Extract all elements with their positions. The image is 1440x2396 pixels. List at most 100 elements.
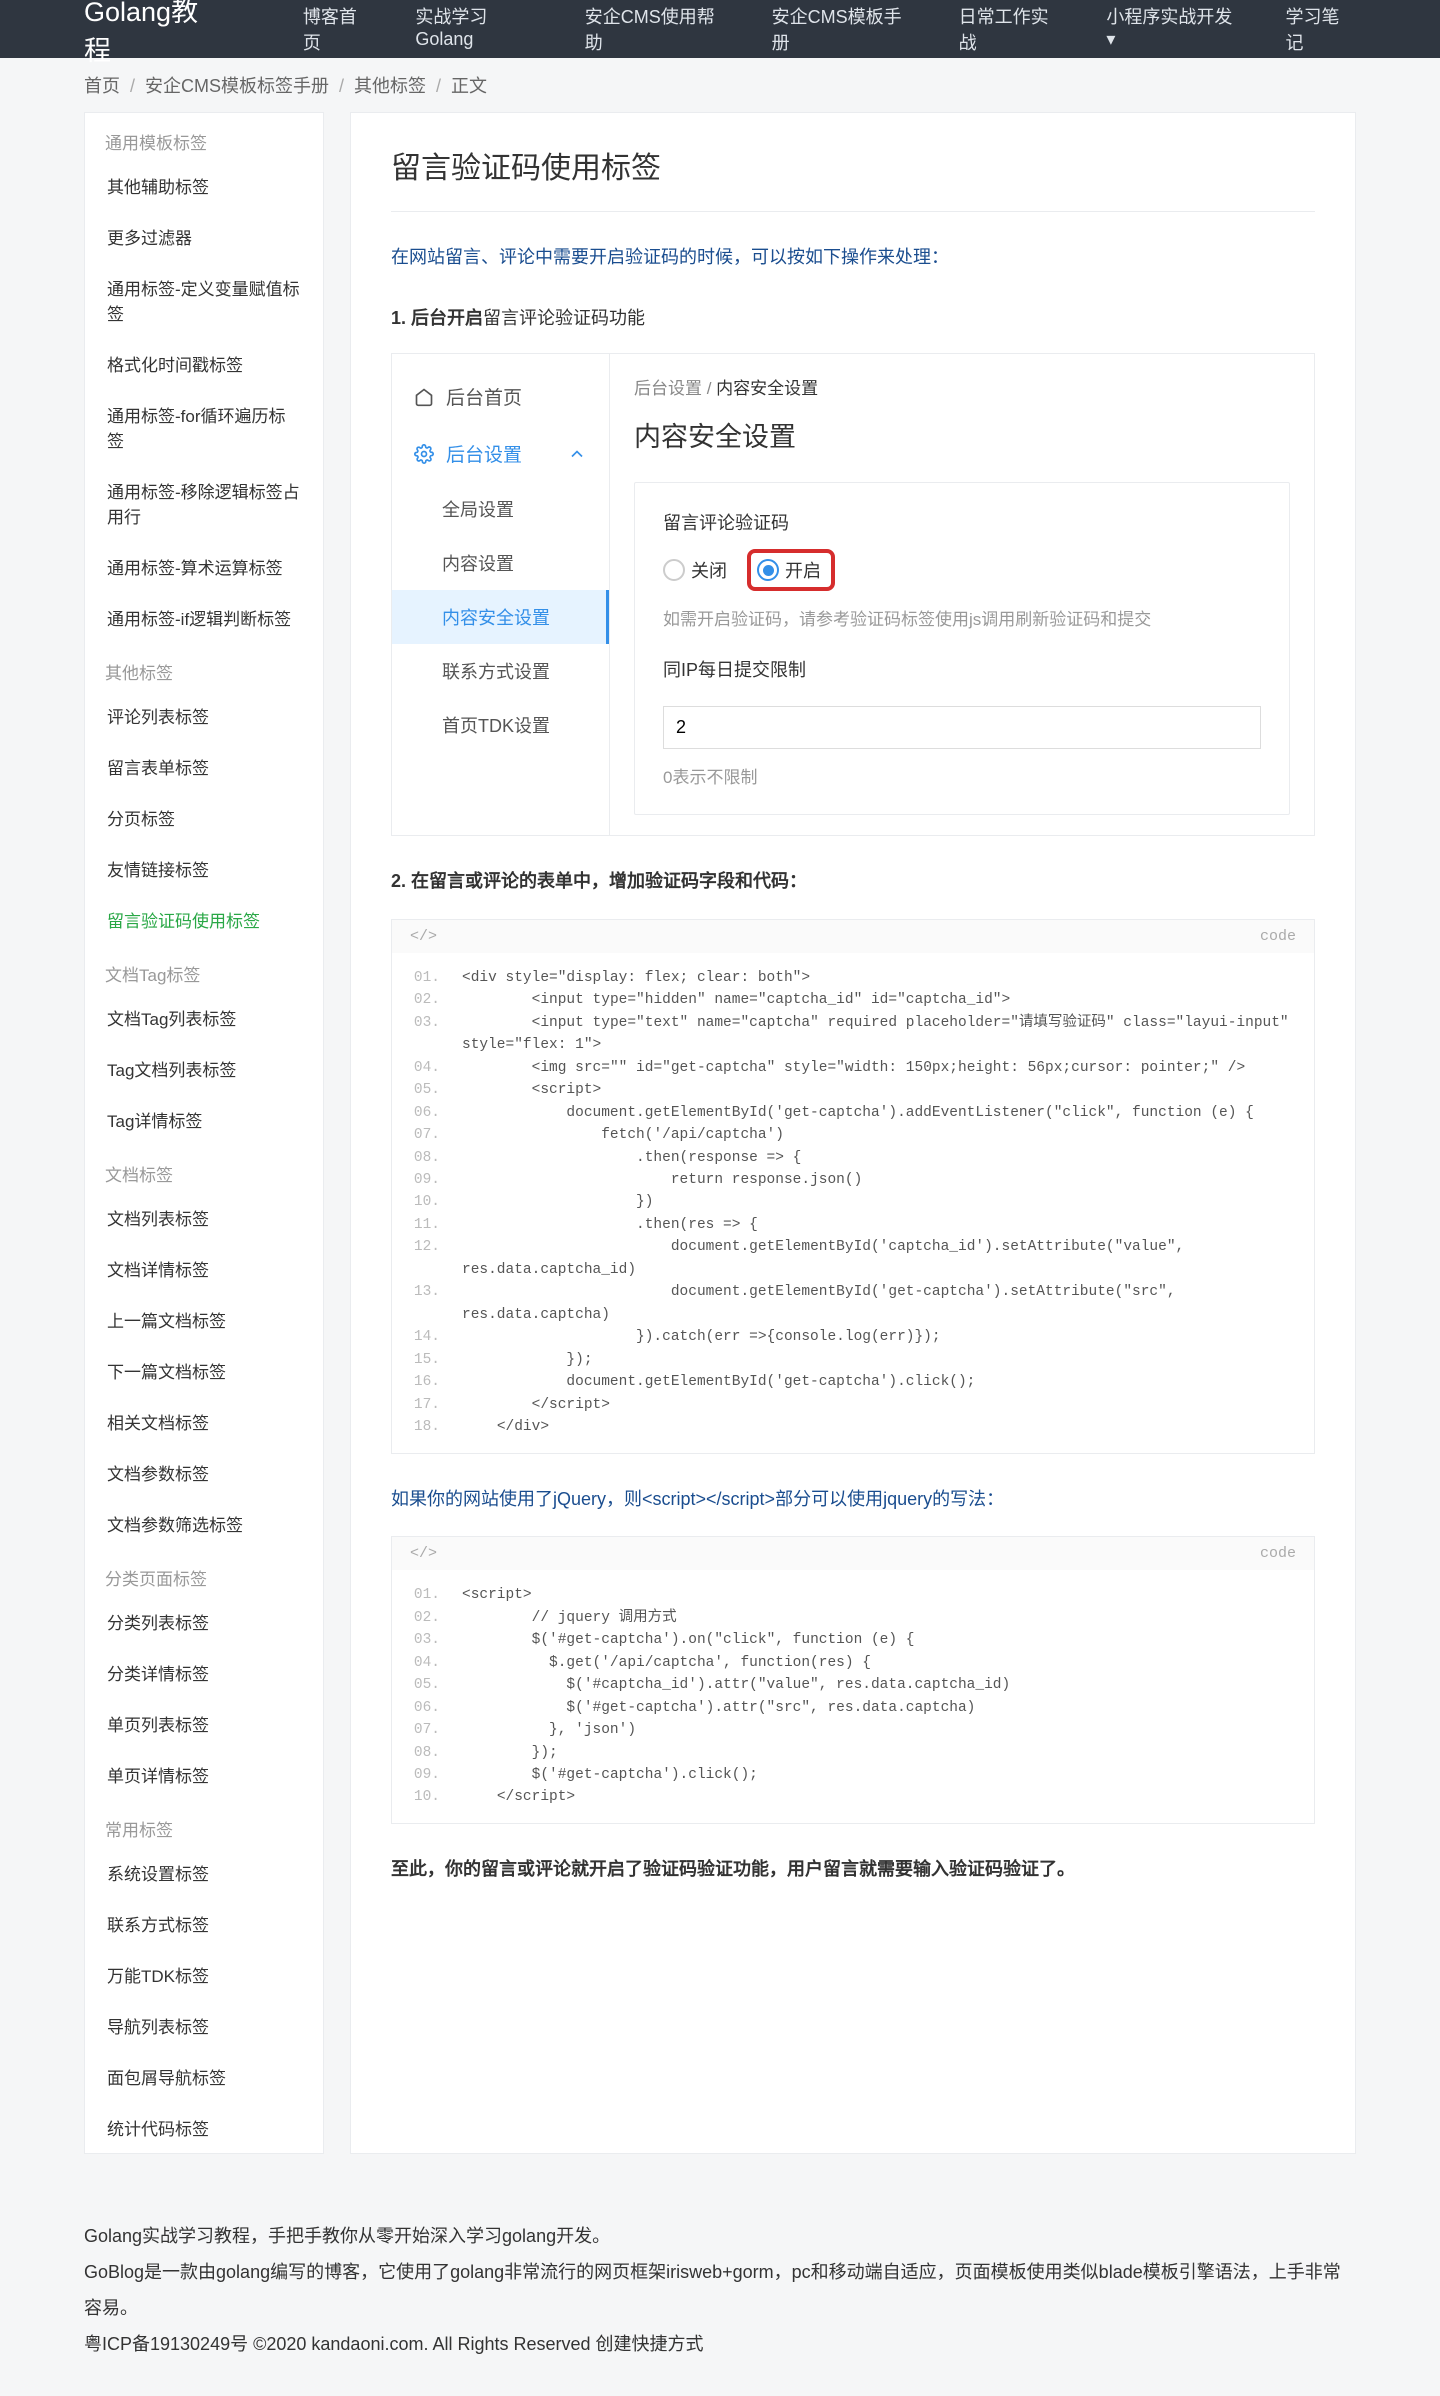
admin-bc-1: 后台设置 xyxy=(634,379,702,398)
code-line: 13. document.getElementById('get-captcha… xyxy=(392,1281,1314,1326)
code-line: 02. <input type="hidden" name="captcha_i… xyxy=(392,989,1314,1011)
code-line: 12. document.getElementById('captcha_id'… xyxy=(392,1236,1314,1281)
sidebar-item[interactable]: 联系方式标签 xyxy=(85,1898,323,1949)
code-line: 01.<div style="display: flex; clear: bot… xyxy=(392,967,1314,989)
footer: Golang实战学习教程，手把手教你从零开始深入学习golang开发。GoBlo… xyxy=(0,2184,1440,2396)
radio-off: 关闭 xyxy=(663,557,727,583)
sidebar-item[interactable]: 文档参数标签 xyxy=(85,1447,323,1498)
sidebar-item[interactable]: 分类详情标签 xyxy=(85,1647,323,1698)
code-line: 05. $('#captcha_id').attr("value", res.d… xyxy=(392,1674,1314,1696)
breadcrumb-link[interactable]: 其他标签 xyxy=(354,76,426,96)
admin-sub-item: 全局设置 xyxy=(392,482,609,536)
admin-bc-2: 内容安全设置 xyxy=(716,379,818,398)
admin-nav-settings-label: 后台设置 xyxy=(446,440,522,467)
ip-limit-hint: 0表示不限制 xyxy=(663,763,1261,788)
sidebar-item[interactable]: 上一篇文档标签 xyxy=(85,1294,323,1345)
top-nav: Golang教程 博客首页实战学习Golang安企CMS使用帮助安企CMS模板手… xyxy=(0,0,1440,58)
sidebar-item[interactable]: 相关文档标签 xyxy=(85,1396,323,1447)
footer-line: 粤ICP备19130249号 ©2020 kandaoni.com. All R… xyxy=(84,2326,1356,2362)
code-open-tag: </> xyxy=(410,928,437,945)
sidebar-item[interactable]: 分页标签 xyxy=(85,792,323,843)
sidebar-item[interactable]: 文档列表标签 xyxy=(85,1192,323,1243)
logo[interactable]: Golang教程 xyxy=(84,0,223,68)
code-block-1: </> code 01.<div style="display: flex; cl… xyxy=(391,919,1315,1454)
sidebar-section: 其他标签 xyxy=(85,643,323,690)
nav-link[interactable]: 安企CMS使用帮助 xyxy=(585,3,730,55)
sidebar-item[interactable]: 通用标签-算术运算标签 xyxy=(85,541,323,592)
nav-link[interactable]: 小程序实战开发 ▾ xyxy=(1106,3,1243,55)
sidebar-item[interactable]: 友情链接标签 xyxy=(85,843,323,894)
sidebar-item[interactable]: 通用标签-for循环遍历标签 xyxy=(85,389,323,465)
nav-link[interactable]: 博客首页 xyxy=(303,3,374,55)
sidebar-item[interactable]: 通用标签-if逻辑判断标签 xyxy=(85,592,323,643)
content: 留言验证码使用标签 在网站留言、评论中需要开启验证码的时候，可以按如下操作来处理… xyxy=(350,112,1356,2154)
sidebar-item[interactable]: 系统设置标签 xyxy=(85,1847,323,1898)
admin-breadcrumb: 后台设置 / 内容安全设置 xyxy=(634,374,1290,399)
code-line: 05. <script> xyxy=(392,1079,1314,1101)
sidebar-item[interactable]: 分类列表标签 xyxy=(85,1596,323,1647)
ip-limit-input xyxy=(663,706,1261,749)
admin-nav-home-label: 后台首页 xyxy=(446,383,522,410)
sidebar-item[interactable]: 文档Tag列表标签 xyxy=(85,992,323,1043)
step-1: 1. 后台开启留言评论验证码功能 xyxy=(391,303,1315,334)
code-line: 03. <input type="text" name="captcha" re… xyxy=(392,1012,1314,1057)
admin-sub-item: 首页TDK设置 xyxy=(392,698,609,752)
code-block-2: </>code 01.<script>02. // jquery 调用方式03.… xyxy=(391,1536,1315,1824)
code-label: code xyxy=(1260,928,1296,945)
sidebar-item[interactable]: 更多过滤器 xyxy=(85,211,323,262)
sidebar-item[interactable]: 统计代码标签 xyxy=(85,2102,323,2153)
captcha-label: 留言评论验证码 xyxy=(663,509,1261,535)
sidebar-section: 文档标签 xyxy=(85,1145,323,1192)
code-line: 09. $('#get-captcha').click(); xyxy=(392,1764,1314,1786)
radio-row: 关闭 开启 xyxy=(663,549,1261,591)
captcha-hint: 如需开启验证码，请参考验证码标签使用js调用刷新验证码和提交 xyxy=(663,605,1261,630)
sidebar-item[interactable]: 导航列表标签 xyxy=(85,2000,323,2051)
sidebar-item[interactable]: 文档参数筛选标签 xyxy=(85,1498,323,1549)
sidebar-item[interactable]: 万能TDK标签 xyxy=(85,1949,323,2000)
sidebar-item[interactable]: 评论列表标签 xyxy=(85,690,323,741)
sidebar-item[interactable]: 通用标签-定义变量赋值标签 xyxy=(85,262,323,338)
code-line: 14. }).catch(err =>{console.log(err)}); xyxy=(392,1326,1314,1348)
radio-off-label: 关闭 xyxy=(691,557,727,583)
sidebar-item[interactable]: 单页列表标签 xyxy=(85,1698,323,1749)
admin-ui-screenshot: 后台首页 后台设置 全局设置内容设置内容安全设置联系方式设置首页TDK设置 xyxy=(391,353,1315,836)
code-line: 04. <img src="" id="get-captcha" style="… xyxy=(392,1057,1314,1079)
radio-on-label: 开启 xyxy=(785,557,821,583)
nav-link[interactable]: 安企CMS模板手册 xyxy=(772,3,917,55)
code-line: 06. $('#get-captcha').attr("src", res.da… xyxy=(392,1697,1314,1719)
step-1-rest: 留言评论验证码功能 xyxy=(483,308,645,328)
sidebar-section: 分类页面标签 xyxy=(85,1549,323,1596)
sidebar-item[interactable]: 下一篇文档标签 xyxy=(85,1345,323,1396)
code-line: 08. .then(response => { xyxy=(392,1147,1314,1169)
breadcrumb-link[interactable]: 安企CMS模板标签手册 xyxy=(145,76,329,96)
code-line: 11. .then(res => { xyxy=(392,1214,1314,1236)
sidebar-item[interactable]: 通用标签-移除逻辑标签占用行 xyxy=(85,465,323,541)
sidebar-item[interactable]: 留言表单标签 xyxy=(85,741,323,792)
footer-line: GoBlog是一款由golang编写的博客，它使用了golang非常流行的网页框… xyxy=(84,2254,1356,2326)
code-line: 10. }) xyxy=(392,1191,1314,1213)
sidebar-item[interactable]: Tag详情标签 xyxy=(85,1094,323,1145)
footer-line: Golang实战学习教程，手把手教你从零开始深入学习golang开发。 xyxy=(84,2218,1356,2254)
sidebar-item[interactable]: 其他辅助标签 xyxy=(85,160,323,211)
sidebar-item[interactable]: 文档详情标签 xyxy=(85,1243,323,1294)
sidebar-item[interactable]: 单页详情标签 xyxy=(85,1749,323,1800)
home-icon xyxy=(414,387,434,407)
nav-link[interactable]: 学习笔记 xyxy=(1286,3,1357,55)
sidebar-item[interactable]: 面包屑导航标签 xyxy=(85,2051,323,2102)
radio-on-highlighted: 开启 xyxy=(747,549,835,591)
breadcrumb-link[interactable]: 首页 xyxy=(84,76,120,96)
step-2: 2. 在留言或评论的表单中，增加验证码字段和代码： xyxy=(391,866,1315,897)
gear-icon xyxy=(414,444,434,464)
sidebar-item[interactable]: Tag文档列表标签 xyxy=(85,1043,323,1094)
sidebar-section: 通用模板标签 xyxy=(85,113,323,160)
nav-items: 博客首页实战学习Golang 安企CMS使用帮助安企CMS模板手册日常工作实战小程… xyxy=(303,3,1356,55)
page-title: 留言验证码使用标签 xyxy=(391,143,1315,212)
sidebar-item[interactable]: 格式化时间戳标签 xyxy=(85,338,323,389)
sidebar-item[interactable]: 留言验证码使用标签 xyxy=(85,894,323,945)
code-line: 18. </div> xyxy=(392,1416,1314,1438)
admin-sub-item: 内容安全设置 xyxy=(392,590,609,644)
nav-link[interactable]: 日常工作实战 xyxy=(959,3,1065,55)
admin-card: 留言评论验证码 关闭 开启 如需开启验证码，请参考验证码标签使用js调用刷新验证… xyxy=(634,482,1290,815)
code-line: 10. </script> xyxy=(392,1786,1314,1808)
nav-link[interactable]: 实战学习Golang xyxy=(415,3,542,55)
